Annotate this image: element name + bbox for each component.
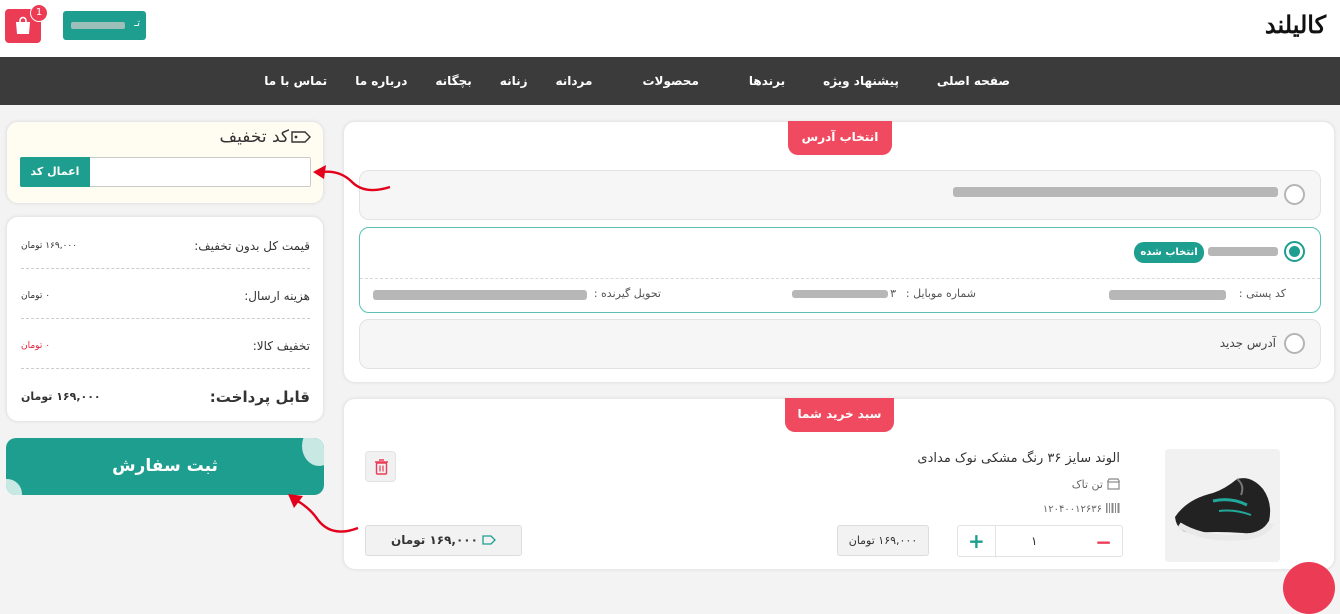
summary-row-payable: قابل پرداخت: ۱۶۹,۰۰۰ تومان bbox=[21, 378, 310, 418]
shoe-image bbox=[1165, 449, 1280, 562]
line-total-box: ۱۶۹,۰۰۰ تومان bbox=[365, 525, 522, 556]
address-option-selected[interactable]: انتخاب شده کد پستی : شماره موبایل : ۳ تح… bbox=[359, 227, 1321, 313]
submit-order-button[interactable]: ثبت سفارش bbox=[6, 438, 324, 495]
help-chat-button[interactable] bbox=[1283, 562, 1335, 614]
annotation-arrow-discount bbox=[313, 165, 391, 192]
main-nav: صفحه اصلی پیشنهاد ویژه برندها محصولات مر… bbox=[0, 57, 1340, 105]
price-summary-card: قیمت کل بدون تخفیف: ۱۶۹,۰۰۰ تومان هزینه … bbox=[6, 216, 324, 422]
address-section-title: انتخاب آدرس bbox=[788, 121, 892, 155]
line-total-value: ۱۶۹,۰۰۰ تومان bbox=[391, 533, 478, 547]
unit-price-box: ۱۶۹,۰۰۰ تومان bbox=[837, 525, 929, 556]
user-name-redacted bbox=[71, 22, 125, 29]
barcode-icon bbox=[1106, 503, 1120, 513]
new-address-option[interactable]: آدرس جدید bbox=[359, 319, 1321, 369]
decrease-quantity-button[interactable]: − bbox=[1095, 530, 1112, 554]
new-address-label: آدرس جدید bbox=[1219, 336, 1276, 350]
nav-home[interactable]: صفحه اصلی bbox=[937, 74, 1010, 88]
postal-code-label: کد پستی : bbox=[1238, 287, 1286, 300]
product-code: ۱۲۰۴۰۰۱۲۶۳۶ bbox=[1042, 504, 1102, 515]
subtotal-value: ۱۶۹,۰۰۰ تومان bbox=[21, 241, 78, 251]
summary-row-discount: تخفیف کالا: ۰ تومان bbox=[21, 329, 310, 369]
address-text-redacted bbox=[953, 187, 1278, 197]
quantity-stepper: − ۱ + bbox=[957, 525, 1123, 558]
increase-quantity-button[interactable]: + bbox=[968, 529, 985, 553]
address-selection-card: انتخاب آدرس انتخاب شده کد پستی : شماره م… bbox=[343, 121, 1335, 383]
address-divider bbox=[360, 278, 1320, 279]
item-discount-value: ۰ تومان bbox=[21, 341, 51, 351]
address-radio-1[interactable] bbox=[1284, 184, 1305, 205]
store-icon bbox=[1106, 478, 1121, 490]
product-code-row: ۱۲۰۴۰۰۱۲۶۳۶ bbox=[1043, 503, 1120, 515]
trash-icon bbox=[375, 459, 388, 475]
mobile-label: شماره موبایل : bbox=[905, 287, 976, 300]
discount-code-card: کد تخفیف اعمال کد bbox=[6, 121, 324, 204]
product-name[interactable]: الوند سایز ۳۶ رنگ مشکی نوک مدادی bbox=[917, 451, 1120, 466]
selected-badge: انتخاب شده bbox=[1134, 242, 1204, 263]
cart-section-title: سبد خرید شما bbox=[785, 398, 894, 432]
user-name: تـ bbox=[134, 18, 140, 29]
nav-contact[interactable]: تماس با ما bbox=[264, 74, 327, 88]
new-address-radio[interactable] bbox=[1284, 333, 1305, 354]
mobile-redacted bbox=[792, 290, 888, 298]
item-discount-label: تخفیف کالا: bbox=[252, 339, 310, 353]
postal-code-redacted bbox=[1109, 290, 1226, 300]
receiver-redacted bbox=[373, 290, 587, 300]
apply-code-button[interactable]: اعمال کد bbox=[20, 157, 90, 187]
address-option-1[interactable] bbox=[359, 170, 1321, 220]
receiver-label: تحویل گیرنده : bbox=[593, 287, 661, 300]
shopping-cart-card: سبد خرید شما الوند سایز ۳۶ رنگ مشکی نوک … bbox=[343, 398, 1335, 570]
price-tag-icon bbox=[482, 535, 496, 545]
payable-label: قابل پرداخت: bbox=[209, 388, 310, 406]
annotation-arrow-submit bbox=[288, 494, 359, 533]
nav-brands[interactable]: برندها bbox=[749, 74, 785, 88]
submit-order-label: ثبت سفارش bbox=[112, 456, 218, 476]
nav-men[interactable]: مردانه bbox=[556, 74, 593, 88]
nav-products[interactable]: محصولات bbox=[642, 74, 698, 88]
nav-special-offer[interactable]: پیشنهاد ویژه bbox=[823, 74, 899, 88]
discount-title: کد تخفیف bbox=[219, 127, 289, 147]
nav-kids[interactable]: بچگانه bbox=[435, 74, 471, 88]
quantity-divider bbox=[995, 526, 996, 558]
tag-icon bbox=[291, 131, 311, 143]
decor-corner bbox=[6, 479, 22, 495]
shipping-value: ۰ تومان bbox=[21, 291, 51, 301]
remove-item-button[interactable] bbox=[365, 451, 396, 482]
user-account-button[interactable]: تـ bbox=[63, 11, 146, 40]
cart-count-badge: 1 bbox=[30, 4, 48, 22]
nav-women[interactable]: زنانه bbox=[500, 74, 528, 88]
summary-row-subtotal: قیمت کل بدون تخفیف: ۱۶۹,۰۰۰ تومان bbox=[21, 229, 310, 269]
nav-about[interactable]: درباره ما bbox=[355, 74, 407, 88]
decor-corner bbox=[302, 438, 324, 466]
address-name-redacted bbox=[1208, 247, 1278, 256]
mobile-tail: ۳ bbox=[890, 287, 896, 300]
summary-row-shipping: هزینه ارسال: ۰ تومان bbox=[21, 279, 310, 319]
quantity-value: ۱ bbox=[1031, 534, 1038, 548]
seller-row: تن تاک bbox=[1071, 478, 1121, 491]
product-image[interactable] bbox=[1165, 449, 1280, 562]
shipping-label: هزینه ارسال: bbox=[244, 289, 310, 303]
payable-value: ۱۶۹,۰۰۰ تومان bbox=[21, 390, 101, 403]
site-logo[interactable]: کالیلند bbox=[1265, 10, 1327, 39]
subtotal-label: قیمت کل بدون تخفیف: bbox=[194, 239, 310, 253]
top-bar: کالیلند تـ 1 bbox=[0, 0, 1340, 57]
seller-name: تن تاک bbox=[1071, 478, 1103, 491]
address-radio-selected[interactable] bbox=[1284, 241, 1305, 262]
shopping-bag-icon bbox=[16, 16, 30, 34]
